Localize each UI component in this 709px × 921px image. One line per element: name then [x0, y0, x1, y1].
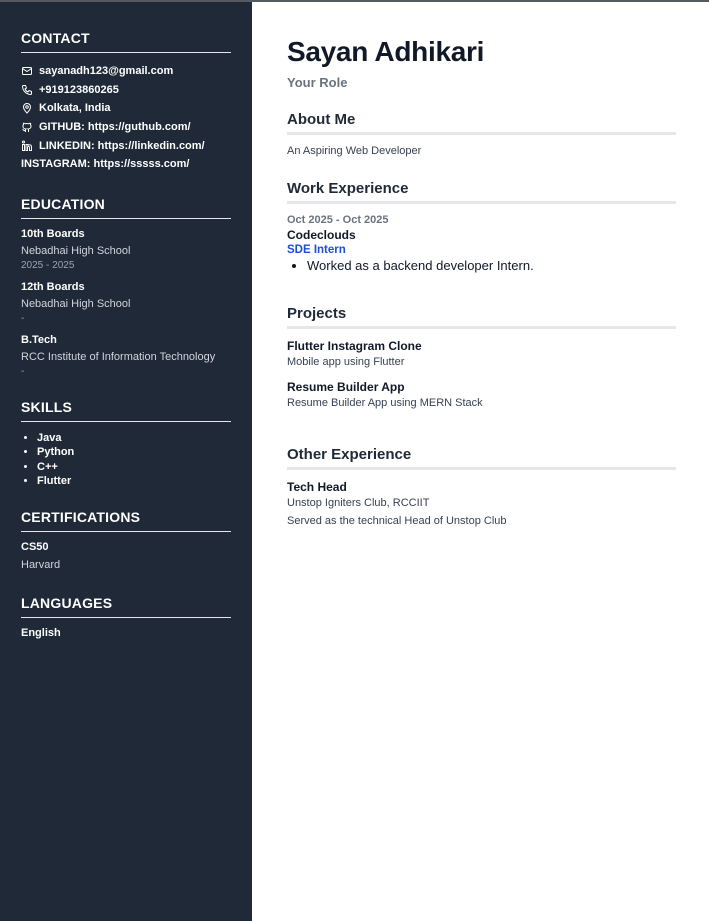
project-title: Resume Builder App: [287, 380, 405, 394]
education-years: 2025 - 2025: [21, 259, 75, 271]
contact-email[interactable]: sayanadh123@gmail.com: [21, 62, 231, 81]
education-heading: EDUCATION: [21, 196, 231, 219]
contact-phone[interactable]: +919123860265: [21, 81, 231, 100]
language-item: English: [21, 626, 61, 639]
contact-github[interactable]: GITHUB: https://guthub.com/: [21, 118, 231, 137]
certification-title: CS50: [21, 540, 49, 553]
certifications-heading: CERTIFICATIONS: [21, 509, 231, 532]
linkedin-icon: [22, 140, 32, 151]
projects-section: Projects Flutter Instagram Clone Mobile …: [287, 305, 676, 421]
email-text: sayanadh123@gmail.com: [39, 65, 174, 78]
work-company: Codeclouds: [287, 228, 356, 242]
education-title: B.Tech: [21, 333, 57, 346]
languages-heading: LANGUAGES: [21, 595, 231, 618]
work-bullet: Worked as a backend developer Intern.: [307, 258, 676, 273]
work-bullets: Worked as a backend developer Intern.: [287, 258, 676, 273]
skill-item: C++: [37, 460, 231, 475]
person-name: Sayan Adhikari: [287, 36, 485, 67]
education-title: 10th Boards: [21, 227, 85, 240]
contact-location: Kolkata, India: [21, 99, 231, 118]
skills-heading: SKILLS: [21, 399, 231, 422]
education-school: Nebadhai High School: [21, 297, 131, 310]
skills-list: Java Python C++ Flutter: [21, 431, 231, 489]
contact-instagram[interactable]: INSTAGRAM: https://sssss.com/: [21, 155, 231, 174]
work-position: SDE Intern: [287, 244, 346, 256]
phone-text: +919123860265: [39, 83, 119, 96]
work-section: Work Experience Oct 2025 - Oct 2025 Code…: [287, 180, 676, 273]
other-experience-title: Tech Head: [287, 480, 347, 494]
skill-item: Python: [37, 445, 231, 460]
skill-item: Java: [37, 431, 231, 446]
education-school: RCC Institute of Information Technology: [21, 350, 216, 363]
education-years: -: [21, 312, 25, 324]
education-school: Nebadhai High School: [21, 244, 131, 257]
education-years: -: [21, 365, 25, 377]
location-text: Kolkata, India: [39, 102, 111, 115]
linkedin-text: LINKEDIN: https://linkedin.com/: [39, 139, 205, 152]
other-experience-org: Unstop Igniters Club, RCCIIT: [287, 497, 430, 509]
other-experience-heading: Other Experience: [287, 446, 676, 470]
work-heading: Work Experience: [287, 180, 676, 204]
person-role: Your Role: [287, 75, 348, 90]
education-title: 12th Boards: [21, 280, 85, 293]
certification-issuer: Harvard: [21, 558, 61, 571]
other-experience-section: Other Experience Tech Head Unstop Ignite…: [287, 446, 676, 527]
about-text: An Aspiring Web Developer: [287, 145, 422, 157]
github-text: GITHUB: https://guthub.com/: [39, 121, 191, 134]
education-item: B.Tech RCC Institute of Information Tech…: [21, 334, 231, 377]
other-experience-desc: Served as the technical Head of Unstop C…: [287, 515, 507, 527]
about-section: About Me An Aspiring Web Developer: [287, 111, 676, 157]
mail-icon: [22, 67, 32, 76]
contact-heading: CONTACT: [21, 30, 231, 53]
github-icon: [22, 122, 32, 133]
education-item: 10th Boards Nebadhai High School 2025 - …: [21, 228, 231, 271]
instagram-text: INSTAGRAM: https://sssss.com/: [21, 158, 190, 171]
project-title: Flutter Instagram Clone: [287, 339, 422, 353]
contact-linkedin[interactable]: LINKEDIN: https://linkedin.com/: [21, 136, 231, 155]
project-desc: Resume Builder App using MERN Stack: [287, 397, 483, 409]
sidebar: CONTACT sayanadh123@gmail.com +919123860…: [0, 2, 252, 921]
project-desc: Mobile app using Flutter: [287, 356, 405, 368]
map-pin-icon: [22, 103, 32, 115]
projects-heading: Projects: [287, 305, 676, 329]
about-heading: About Me: [287, 111, 676, 135]
skill-item: Flutter: [37, 474, 231, 489]
phone-icon: [21, 84, 32, 95]
work-date: Oct 2025 - Oct 2025: [287, 214, 389, 226]
contact-list: sayanadh123@gmail.com +919123860265 Kolk…: [21, 62, 231, 174]
education-item: 12th Boards Nebadhai High School -: [21, 281, 231, 324]
